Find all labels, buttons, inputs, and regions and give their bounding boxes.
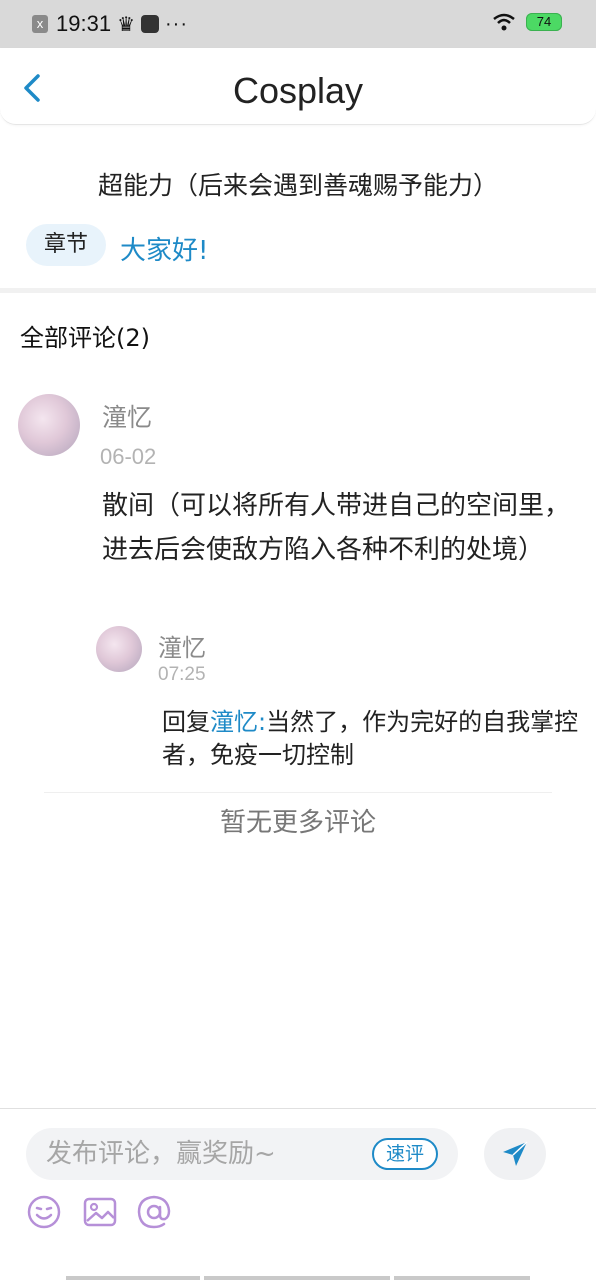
nav-indicator (204, 1276, 390, 1280)
status-bar: x 19:31 ♛ ··· 74 (0, 0, 596, 48)
comment-text[interactable]: 散间（可以将所有人带进自己的空间里，进去后会使敌方陷入各种不利的处境） (102, 484, 584, 572)
image-icon[interactable] (82, 1194, 118, 1230)
at-icon[interactable] (136, 1194, 172, 1230)
reply-time: 07:25 (158, 664, 206, 685)
story-title: 超能力（后来会遇到善魂赐予能力） (97, 171, 498, 200)
send-icon (503, 1141, 528, 1166)
reply-prefix: 回复 (162, 708, 210, 736)
no-more-comments: 暂无更多评论 (219, 808, 376, 838)
avatar[interactable] (18, 394, 80, 456)
reply-username[interactable]: 潼忆 (158, 628, 206, 663)
section-divider (0, 288, 596, 293)
battery-indicator: 74 (526, 13, 562, 31)
reply-mention[interactable]: 潼忆: (210, 708, 266, 736)
nav-indicator (394, 1276, 530, 1280)
notification-icon: x (32, 15, 48, 33)
comment-username[interactable]: 潼忆 (102, 398, 152, 434)
header-bar: Cosplay (0, 48, 596, 125)
wifi-icon (493, 13, 515, 31)
reply-avatar[interactable] (96, 626, 142, 672)
chapter-name-link[interactable]: 大家好! (120, 230, 208, 267)
chapter-tag: 章节 (26, 224, 106, 266)
reply-text[interactable]: 回复潼忆:当然了，作为完好的自我掌控者，免疫一切控制 (162, 706, 582, 772)
list-end-divider (44, 792, 552, 793)
more-notifications-icon: ··· (165, 12, 188, 35)
emoji-icon[interactable] (26, 1194, 62, 1230)
comment-date: 06-02 (100, 444, 157, 469)
page-title: Cosplay (232, 70, 364, 111)
comments-header: 全部评论(2) (20, 324, 150, 352)
quick-review-button[interactable]: 速评 (372, 1138, 438, 1170)
status-time: 19:31 (56, 11, 112, 36)
app-notification-icon (141, 15, 159, 33)
send-button[interactable] (484, 1128, 546, 1180)
nav-indicator (66, 1276, 200, 1280)
crown-icon: ♛ (117, 13, 135, 36)
